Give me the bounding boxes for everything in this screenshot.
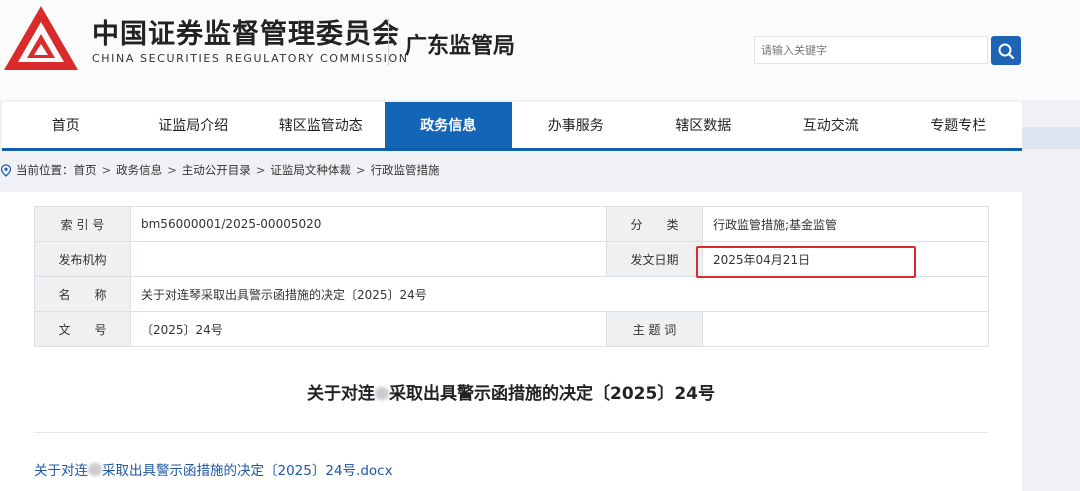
keywords-value xyxy=(702,311,989,347)
nav-item-interaction[interactable]: 互动交流 xyxy=(767,102,895,148)
nav-side-strip xyxy=(1022,127,1080,149)
index-number-label: 索 引 号 xyxy=(34,206,131,242)
nav-item-data[interactable]: 辖区数据 xyxy=(640,102,768,148)
date-highlight-box xyxy=(696,246,916,278)
breadcrumb-item-government-info[interactable]: 政务信息 xyxy=(116,162,162,178)
nav-item-regulatory-news[interactable]: 辖区监管动态 xyxy=(257,102,385,148)
breadcrumb-separator: > xyxy=(167,163,177,177)
nav-item-about[interactable]: 证监局介绍 xyxy=(130,102,258,148)
nav-item-home[interactable]: 首页 xyxy=(2,102,130,148)
redaction-blur xyxy=(375,387,389,400)
breadcrumb-item-public-catalog[interactable]: 主动公开目录 xyxy=(182,162,251,178)
document-number-label: 文 号 xyxy=(34,311,131,347)
document-title-part-1: 关于对连 xyxy=(307,384,375,404)
search-button[interactable] xyxy=(991,36,1021,65)
keywords-label: 主 题 词 xyxy=(606,311,703,347)
main-nav: 首页 证监局介绍 辖区监管动态 政务信息 办事服务 辖区数据 互动交流 专题专栏 xyxy=(2,102,1022,151)
search-icon xyxy=(998,43,1015,59)
breadcrumb-separator: > xyxy=(101,163,112,177)
publisher-value xyxy=(130,241,607,277)
category-label: 分 类 xyxy=(606,206,703,242)
bureau-name: 广东监管局 xyxy=(405,34,516,59)
breadcrumb-separator: > xyxy=(355,163,366,177)
publisher-label: 发布机构 xyxy=(34,241,131,277)
breadcrumb-separator: > xyxy=(255,163,266,177)
index-number-value: bm56000001/2025-00005020 xyxy=(130,206,607,242)
name-label: 名 称 xyxy=(34,276,131,312)
search-input[interactable] xyxy=(755,37,987,63)
search-box xyxy=(754,36,988,64)
location-pin-icon xyxy=(0,163,12,177)
breadcrumb-item-document-genre[interactable]: 证监局文种体裁 xyxy=(270,162,351,178)
org-name-cn: 中国证券监督管理委员会 xyxy=(92,19,400,50)
issue-date-label: 发文日期 xyxy=(606,241,703,277)
attachment-link[interactable]: 关于对连 采取出具警示函措施的决定〔2025〕24号.docx xyxy=(34,459,393,479)
content-divider xyxy=(34,432,988,433)
csrc-logo[interactable] xyxy=(2,4,80,74)
name-value: 关于对连琴采取出具警示函措施的决定〔2025〕24号 xyxy=(130,276,989,312)
document-title-part-2: 采取出具警示函措施的决定〔2025〕24号 xyxy=(389,384,715,404)
site-header: 中国证券监督管理委员会 CHINA SECURITIES REGULATORY … xyxy=(0,0,1080,100)
breadcrumb: 当前位置： 首页 > 政务信息 > 主动公开目录 > 证监局文种体裁 > 行政监… xyxy=(0,162,440,178)
attachment-link-part-1: 关于对连 xyxy=(34,463,88,479)
breadcrumb-item-administrative-measures[interactable]: 行政监管措施 xyxy=(371,162,440,178)
nav-item-government-info[interactable]: 政务信息 xyxy=(384,102,512,148)
table-row: 名 称 关于对连琴采取出具警示函措施的决定〔2025〕24号 xyxy=(34,276,989,312)
redaction-blur xyxy=(88,463,102,476)
category-value: 行政监管措施;基金监管 xyxy=(702,206,989,242)
nav-item-services[interactable]: 办事服务 xyxy=(512,102,640,148)
breadcrumb-label: 当前位置： xyxy=(16,163,74,177)
nav-item-special-topics[interactable]: 专题专栏 xyxy=(895,102,1023,148)
attachment-link-part-2: 采取出具警示函措施的决定〔2025〕24号.docx xyxy=(102,463,393,479)
document-number-value: 〔2025〕24号 xyxy=(130,311,607,347)
header-divider xyxy=(388,18,389,66)
table-row: 索 引 号 bm56000001/2025-00005020 分 类 行政监管措… xyxy=(34,206,989,242)
table-row: 文 号 〔2025〕24号 主 题 词 xyxy=(34,311,989,347)
document-title: 关于对连 采取出具警示函措施的决定〔2025〕24号 xyxy=(0,379,1022,404)
breadcrumb-item-home[interactable]: 首页 xyxy=(74,162,97,178)
org-name-en: CHINA SECURITIES REGULATORY COMMISSION xyxy=(92,52,409,65)
